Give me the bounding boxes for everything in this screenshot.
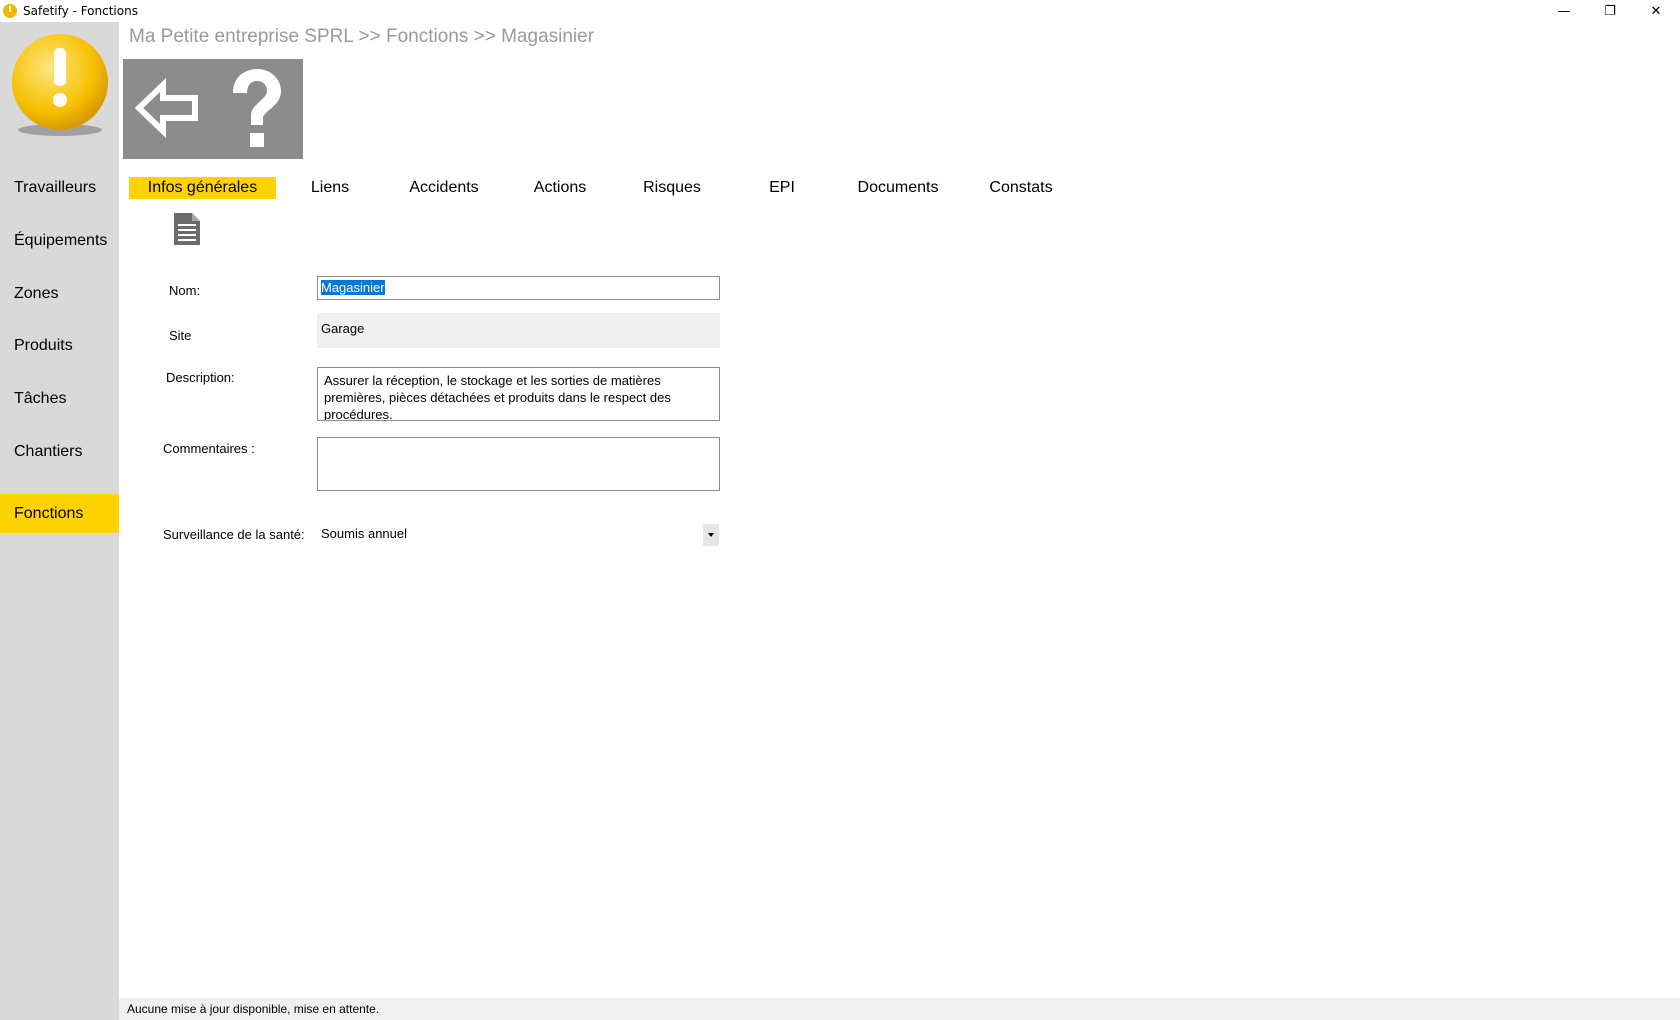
chevron-down-icon[interactable] bbox=[703, 524, 719, 546]
site-label: Site bbox=[169, 328, 192, 343]
sidebar-item-taches[interactable]: Tâches bbox=[0, 379, 119, 418]
warning-exclamation-icon[interactable] bbox=[9, 34, 111, 136]
tab-accidents[interactable]: Accidents bbox=[400, 177, 488, 199]
surveillance-label: Surveillance de la santé: bbox=[163, 527, 305, 542]
sidebar-item-fonctions[interactable]: Fonctions bbox=[0, 494, 119, 533]
title-bar: Safetify - Fonctions — ❐ ✕ bbox=[0, 0, 1680, 22]
tab-constats[interactable]: Constats bbox=[978, 177, 1064, 199]
restore-button[interactable]: ❐ bbox=[1587, 0, 1633, 22]
description-label: Description: bbox=[166, 370, 235, 385]
nom-input[interactable]: Magasinier bbox=[317, 276, 720, 300]
help-question-icon[interactable] bbox=[219, 65, 295, 155]
status-bar: Aucune mise à jour disponible, mise en a… bbox=[119, 998, 1680, 1020]
toolbar bbox=[123, 59, 303, 159]
sidebar-item-equipements[interactable]: Équipements bbox=[0, 221, 119, 260]
close-button[interactable]: ✕ bbox=[1633, 0, 1679, 22]
sidebar: Travailleurs Équipements Zones Produits … bbox=[0, 22, 119, 1020]
tab-risques[interactable]: Risques bbox=[632, 177, 712, 199]
tab-infos-generales[interactable]: Infos générales bbox=[129, 177, 276, 199]
document-icon[interactable] bbox=[173, 212, 201, 246]
nom-label: Nom: bbox=[169, 283, 201, 298]
surveillance-select[interactable]: Soumis annuel bbox=[317, 522, 720, 546]
minimize-button[interactable]: — bbox=[1541, 0, 1587, 22]
back-arrow-icon[interactable] bbox=[133, 73, 203, 143]
status-text: Aucune mise à jour disponible, mise en a… bbox=[127, 1002, 380, 1016]
description-textarea[interactable]: Assurer la réception, le stockage et les… bbox=[317, 367, 720, 421]
breadcrumb: Ma Petite entreprise SPRL >> Fonctions >… bbox=[129, 26, 595, 47]
window-title: Safetify - Fonctions bbox=[23, 4, 138, 18]
tab-actions[interactable]: Actions bbox=[520, 177, 600, 199]
commentaires-label: Commentaires : bbox=[163, 441, 255, 456]
nom-value: Magasinier bbox=[321, 280, 385, 295]
sidebar-item-zones[interactable]: Zones bbox=[0, 274, 119, 313]
tab-liens[interactable]: Liens bbox=[296, 177, 364, 199]
commentaires-textarea[interactable] bbox=[317, 437, 720, 491]
tab-epi[interactable]: EPI bbox=[750, 177, 814, 199]
tab-bar: Infos générales Liens Accidents Actions … bbox=[0, 177, 1200, 199]
sidebar-item-produits[interactable]: Produits bbox=[0, 326, 119, 365]
app-logo-icon bbox=[3, 4, 17, 18]
sidebar-item-chantiers[interactable]: Chantiers bbox=[0, 432, 119, 471]
tab-documents[interactable]: Documents bbox=[848, 177, 948, 199]
site-field: Garage bbox=[317, 313, 720, 348]
